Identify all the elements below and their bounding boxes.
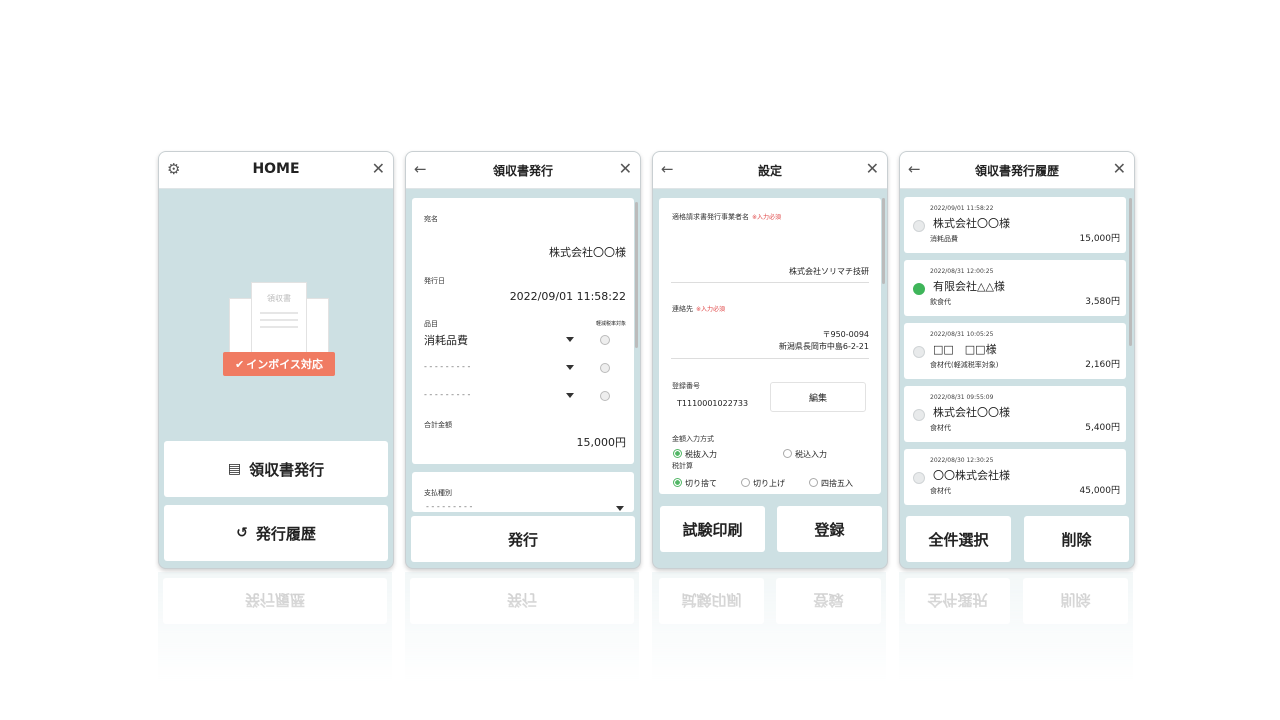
settings-form: 適格請求書発行事業者名 ※入力必須 株式会社ソリマチ技研 連絡先 ※入力必須 〒95… [659, 198, 881, 494]
test-print-button[interactable]: 試験印刷 [660, 506, 765, 552]
select-checkbox-checked[interactable] [913, 283, 925, 295]
select-checkbox[interactable] [913, 472, 925, 484]
scrollbar[interactable] [1129, 198, 1132, 346]
select-checkbox[interactable] [913, 409, 925, 421]
issue-submit-button[interactable]: 発行 [411, 516, 635, 562]
payment-select[interactable]: - - - - - - - - - [426, 502, 472, 511]
edit-button[interactable]: 編集 [770, 382, 866, 412]
issue-header: ← 領収書発行 ✕ [406, 152, 640, 189]
item-select-2[interactable]: - - - - - - - - - [420, 360, 626, 376]
issue-receipt-button[interactable]: ▤ 領収書発行 [164, 441, 388, 497]
register-button[interactable]: 登録 [777, 506, 882, 552]
contact-address[interactable]: 新潟県長岡市中島6-2-21 [779, 341, 869, 352]
page-title: 領収書発行履歴 [974, 164, 1059, 178]
history-screen: ← 領収書発行履歴 ✕ 2022/09/01 11:58:22 株式会社〇〇様 … [899, 151, 1135, 569]
doc-label: 領収書 [267, 294, 291, 303]
date-label: 発行日 [424, 277, 445, 285]
close-icon[interactable]: ✕ [372, 159, 385, 178]
history-icon: ↺ [236, 525, 248, 541]
radio-round-down[interactable]: 切り捨て [673, 478, 717, 489]
issuer-field[interactable]: 株式会社ソリマチ技研 [789, 266, 869, 277]
select-checkbox[interactable] [913, 220, 925, 232]
home-header: ⚙ HOME ✕ [159, 152, 393, 189]
check-icon: ✔ [235, 357, 245, 371]
settings-screen: ← 設定 ✕ 適格請求書発行事業者名 ※入力必須 株式会社ソリマチ技研 連絡先 ※入… [652, 151, 888, 569]
close-icon[interactable]: ✕ [1113, 159, 1126, 178]
invoice-badge: ✔ インボイス対応 [223, 352, 335, 376]
item-label: 品目 [424, 320, 438, 328]
field-underline [671, 282, 869, 283]
history-row[interactable]: 2022/08/31 12:00:25 有限会社△△様 飲食代 3,580円 [904, 260, 1126, 316]
settings-reflection: 試験印刷 登録 [652, 572, 886, 682]
dropdown-icon [566, 393, 574, 398]
home-screen: ⚙ HOME ✕ 領収書 ✔ インボイス対応 ▤ 領収書発行 ↺ 発行履歴 [158, 151, 394, 569]
radio-round-up[interactable]: 切り上げ [741, 478, 785, 489]
dropdown-icon [566, 337, 574, 342]
radio-tax-included[interactable]: 税込入力 [783, 449, 827, 460]
scrollbar[interactable] [635, 202, 638, 348]
date-field[interactable]: 2022/09/01 11:58:22 [510, 290, 626, 303]
history-row[interactable]: 2022/08/31 09:55:09 株式会社〇〇様 食材代 5,400円 [904, 386, 1126, 442]
rounding-label: 税計算 [672, 462, 693, 470]
total-amount: 15,000円 [576, 436, 627, 449]
reduced-tax-checkbox[interactable] [600, 363, 610, 373]
history-row[interactable]: 2022/08/31 10:05:25 □□ □□様 食材代(軽減税率対象) 2… [904, 323, 1126, 379]
issue-form: 宛名 株式会社〇〇様 発行日 2022/09/01 11:58:22 品目 軽減… [412, 198, 634, 464]
payment-label: 支払種別 [424, 489, 452, 497]
radio-round-half[interactable]: 四捨五入 [809, 478, 853, 489]
select-all-button[interactable]: 全件選択 [906, 516, 1011, 562]
radio-tax-excluded[interactable]: 税抜入力 [673, 449, 717, 460]
reduced-tax-checkbox[interactable] [600, 391, 610, 401]
select-checkbox[interactable] [913, 346, 925, 358]
close-icon[interactable]: ✕ [619, 159, 632, 178]
item-select-3[interactable]: - - - - - - - - - [420, 388, 626, 404]
history-header: ← 領収書発行履歴 ✕ [900, 152, 1134, 189]
issue-reflection: 発行 [405, 572, 639, 682]
issue-history-button[interactable]: ↺ 発行履歴 [164, 505, 388, 561]
item-select-1[interactable]: 消耗品費 [420, 332, 626, 348]
dropdown-icon [566, 365, 574, 370]
issue-screen: ← 領収書発行 ✕ 宛名 株式会社〇〇様 発行日 2022/09/01 11:5… [405, 151, 641, 569]
settings-header: ← 設定 ✕ [653, 152, 887, 189]
amount-mode-label: 金額入力方式 [672, 435, 714, 443]
contact-postal[interactable]: 〒950-0094 [822, 329, 869, 340]
delete-button[interactable]: 削除 [1024, 516, 1129, 562]
reg-number: T1110001022733 [677, 399, 749, 408]
contact-label: 連絡先 ※入力必須 [672, 305, 726, 313]
close-icon[interactable]: ✕ [866, 159, 879, 178]
document-icon: ▤ [227, 461, 242, 477]
addressee-label: 宛名 [424, 215, 438, 223]
payment-card: 支払種別 - - - - - - - - - [412, 472, 634, 512]
history-row[interactable]: 2022/09/01 11:58:22 株式会社〇〇様 消耗品費 15,000円 [904, 197, 1126, 253]
dropdown-icon [616, 506, 624, 511]
reduced-tax-checkbox[interactable] [600, 335, 610, 345]
reduced-tax-label: 軽減税率対象 [595, 321, 626, 327]
page-title: HOME [252, 161, 300, 177]
home-reflection: 発行履歴 [158, 572, 392, 682]
field-underline [671, 358, 869, 359]
addressee-field[interactable]: 株式会社〇〇様 [549, 244, 626, 260]
issuer-label: 適格請求書発行事業者名 ※入力必須 [672, 213, 782, 221]
receipt-illustration: 領収書 ✔ インボイス対応 [223, 280, 335, 376]
page-title: 領収書発行 [492, 164, 553, 178]
history-reflection: 全件選択 削除 [899, 572, 1133, 682]
total-label: 合計金額 [424, 421, 452, 429]
page-title: 設定 [757, 164, 782, 178]
history-row[interactable]: 2022/08/30 12:30:25 〇〇株式会社様 食材代 45,000円 [904, 449, 1126, 505]
reg-label: 登録番号 [672, 382, 700, 390]
scrollbar[interactable] [882, 198, 885, 284]
